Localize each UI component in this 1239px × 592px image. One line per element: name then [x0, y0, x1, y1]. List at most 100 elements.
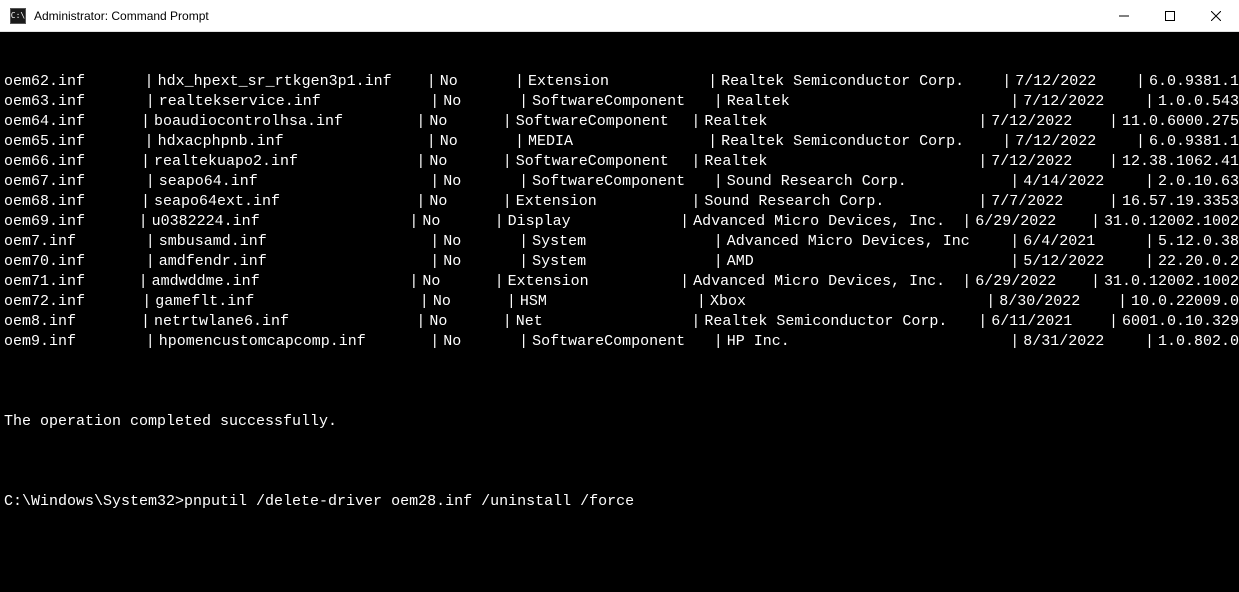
- date: 6/29/2022: [975, 272, 1087, 292]
- column-separator: |: [710, 172, 727, 192]
- class: SoftwareComponent: [532, 172, 710, 192]
- column-separator: |: [405, 272, 422, 292]
- vendor: Realtek Semiconductor Corp.: [704, 312, 974, 332]
- close-button[interactable]: [1193, 0, 1239, 31]
- vendor: AMD: [727, 252, 1006, 272]
- date: 7/12/2022: [1015, 72, 1132, 92]
- column-separator: |: [515, 172, 532, 192]
- column-separator: |: [142, 232, 159, 252]
- column-separator: |: [1114, 292, 1131, 312]
- inf-name: oem62.inf: [0, 72, 141, 92]
- column-separator: |: [511, 132, 528, 152]
- column-separator: |: [511, 72, 528, 92]
- column-separator: |: [998, 132, 1015, 152]
- column-separator: |: [138, 292, 155, 312]
- inf-name: oem9.inf: [0, 332, 142, 352]
- column-separator: |: [141, 72, 158, 92]
- driver-file: u0382224.inf: [152, 212, 406, 232]
- column-separator: |: [958, 272, 975, 292]
- version: 2.0.10.63: [1158, 172, 1239, 192]
- vendor: Advanced Micro Devices, Inc.: [693, 272, 958, 292]
- class: SoftwareComponent: [516, 112, 688, 132]
- signed: No: [443, 332, 515, 352]
- vendor: Sound Research Corp.: [727, 172, 1006, 192]
- driver-file: hdx_hpext_sr_rtkgen3p1.inf: [158, 72, 423, 92]
- prompt-line: C:\Windows\System32>pnputil /delete-driv…: [0, 492, 1239, 512]
- vendor: HP Inc.: [727, 332, 1006, 352]
- inf-name: oem69.inf: [0, 212, 135, 232]
- signed: No: [443, 232, 515, 252]
- column-separator: |: [974, 152, 991, 172]
- class: Extension: [528, 72, 704, 92]
- column-separator: |: [499, 112, 516, 132]
- version: 31.0.12002.1002: [1104, 212, 1239, 232]
- column-separator: |: [982, 292, 999, 312]
- window-title: Administrator: Command Prompt: [34, 9, 1101, 23]
- column-separator: |: [135, 212, 152, 232]
- column-separator: |: [710, 92, 727, 112]
- signed: No: [443, 252, 515, 272]
- class: SoftwareComponent: [532, 92, 710, 112]
- command-input[interactable]: pnputil /delete-driver oem28.inf /uninst…: [184, 493, 634, 510]
- vendor: Advanced Micro Devices, Inc.: [693, 212, 958, 232]
- column-separator: |: [142, 92, 159, 112]
- driver-file: seapo64.inf: [159, 172, 426, 192]
- signed: No: [429, 192, 498, 212]
- column-separator: |: [1105, 312, 1122, 332]
- window-controls: [1101, 0, 1239, 31]
- vendor: Realtek Semiconductor Corp.: [721, 132, 998, 152]
- version: 10.0.22009.0: [1131, 292, 1239, 312]
- maximize-button[interactable]: [1147, 0, 1193, 31]
- titlebar[interactable]: C:\ Administrator: Command Prompt: [0, 0, 1239, 32]
- driver-file: hpomencustomcapcomp.inf: [159, 332, 426, 352]
- window: C:\ Administrator: Command Prompt oem62.…: [0, 0, 1239, 592]
- column-separator: |: [423, 72, 440, 92]
- column-separator: |: [499, 312, 516, 332]
- date: 6/4/2021: [1023, 232, 1141, 252]
- table-row: oem66.inf|realtekuapo2.inf|No|SoftwareCo…: [0, 152, 1239, 172]
- version: 1.0.0.543: [1158, 92, 1239, 112]
- date: 7/12/2022: [1015, 132, 1132, 152]
- signed: No: [422, 212, 490, 232]
- column-separator: |: [137, 312, 154, 332]
- column-separator: |: [142, 172, 159, 192]
- table-row: oem69.inf|u0382224.inf|No|Display|Advanc…: [0, 212, 1239, 232]
- table-row: oem63.inf|realtekservice.inf|No|Software…: [0, 92, 1239, 112]
- terminal-output[interactable]: oem62.inf|hdx_hpext_sr_rtkgen3p1.inf|No|…: [0, 32, 1239, 592]
- class: SoftwareComponent: [516, 152, 688, 172]
- date: 7/12/2022: [991, 152, 1105, 172]
- version: 11.0.6000.275: [1122, 112, 1239, 132]
- column-separator: |: [1006, 172, 1023, 192]
- column-separator: |: [515, 92, 532, 112]
- date: 7/7/2022: [991, 192, 1105, 212]
- column-separator: |: [1141, 172, 1158, 192]
- column-separator: |: [135, 272, 152, 292]
- version: 6.0.9381.1: [1149, 72, 1239, 92]
- column-separator: |: [426, 252, 443, 272]
- column-separator: |: [1105, 192, 1122, 212]
- column-separator: |: [974, 112, 991, 132]
- column-separator: |: [710, 232, 727, 252]
- signed: No: [429, 312, 498, 332]
- driver-file: gameflt.inf: [155, 292, 416, 312]
- vendor: Advanced Micro Devices, Inc: [727, 232, 1006, 252]
- column-separator: |: [1105, 112, 1122, 132]
- column-separator: |: [491, 212, 508, 232]
- version: 1.0.802.0: [1158, 332, 1239, 352]
- date: 7/12/2022: [1023, 92, 1141, 112]
- class: Display: [508, 212, 677, 232]
- column-separator: |: [1006, 92, 1023, 112]
- date: 6/29/2022: [975, 212, 1087, 232]
- prompt-path: C:\Windows\System32>: [4, 493, 184, 510]
- inf-name: oem72.inf: [0, 292, 138, 312]
- inf-name: oem71.inf: [0, 272, 135, 292]
- column-separator: |: [687, 312, 704, 332]
- column-separator: |: [704, 132, 721, 152]
- signed: No: [443, 172, 515, 192]
- column-separator: |: [426, 332, 443, 352]
- column-separator: |: [687, 152, 704, 172]
- column-separator: |: [1006, 252, 1023, 272]
- minimize-button[interactable]: [1101, 0, 1147, 31]
- date: 8/31/2022: [1023, 332, 1141, 352]
- column-separator: |: [693, 292, 710, 312]
